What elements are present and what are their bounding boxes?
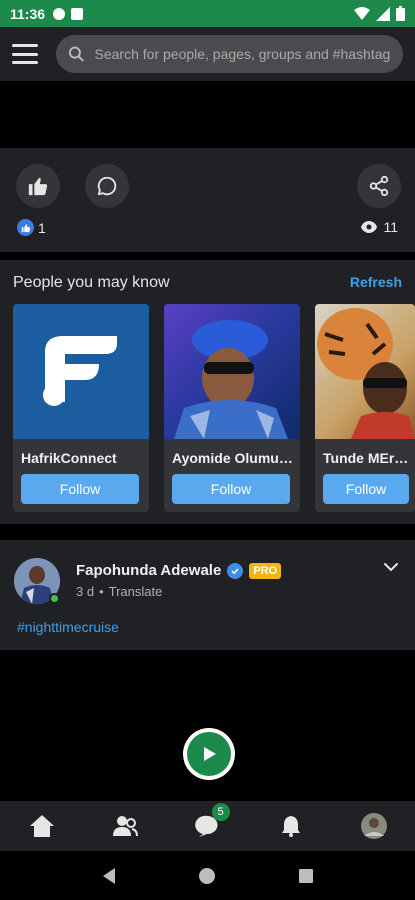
search-input[interactable] (94, 46, 391, 62)
friends-icon (112, 816, 138, 837)
post-card: Fapohunda Adewale PRO 3 d • Translate #n… (0, 540, 415, 650)
view-summary: 11 (361, 219, 398, 235)
person-card[interactable]: HafrikConnect Follow (13, 304, 149, 512)
system-nav (0, 851, 415, 900)
status-bar: 11:36 (0, 0, 415, 27)
meta-separator: • (99, 584, 104, 599)
bell-icon (281, 816, 300, 837)
person-name: HafrikConnect (21, 450, 117, 466)
top-bar (0, 27, 415, 81)
post-hashtag[interactable]: #nighttimecruise (17, 619, 119, 635)
author-name[interactable]: Fapohunda Adewale (76, 562, 221, 579)
home-icon (29, 815, 54, 837)
verified-icon (227, 562, 244, 579)
nav-home[interactable] (22, 806, 62, 846)
person-card[interactable]: Tunde MErcy Follow (315, 304, 415, 512)
status-time: 11:36 (10, 5, 46, 22)
post-time: 3 d (76, 584, 95, 599)
hafrik-logo (43, 336, 117, 406)
profile-avatar-icon (360, 813, 387, 839)
back-icon[interactable] (101, 867, 117, 885)
chevron-down-icon[interactable] (383, 562, 399, 572)
follow-button[interactable]: Follow (323, 474, 409, 504)
share-icon (369, 175, 389, 197)
sd-card-icon (71, 7, 84, 20)
like-button[interactable] (16, 164, 60, 208)
people-you-may-know: People you may know Refresh HafrikConnec… (0, 260, 415, 524)
person-photo (13, 304, 149, 439)
person-photo (164, 304, 300, 439)
post-meta: 3 d • Translate (76, 584, 162, 599)
thumbs-up-icon (28, 177, 48, 196)
bottom-nav: 5 (0, 801, 415, 851)
video-area[interactable] (0, 81, 415, 148)
author-line: Fapohunda Adewale PRO (76, 562, 282, 579)
refresh-button[interactable]: Refresh (350, 274, 402, 290)
battery-icon (396, 6, 405, 21)
wifi-icon (354, 6, 370, 20)
person-card[interactable]: Ayomide Olumuyiwa Follow (164, 304, 300, 512)
home-circle-icon[interactable] (198, 867, 216, 885)
share-button[interactable] (357, 164, 401, 208)
recents-icon[interactable] (298, 868, 314, 884)
like-badge-icon (17, 219, 34, 236)
translate-link[interactable]: Translate (109, 584, 163, 599)
signal-icon (376, 6, 390, 21)
eye-icon (361, 221, 378, 233)
messages-badge: 5 (211, 803, 230, 821)
post-actions: 1 11 (0, 148, 415, 252)
nav-notifications[interactable] (271, 806, 311, 846)
like-count: 1 (38, 219, 46, 236)
online-status-icon (49, 593, 60, 604)
search-icon (68, 46, 84, 62)
view-count: 11 (383, 219, 398, 235)
nav-messages[interactable]: 5 (188, 803, 230, 846)
follow-button[interactable]: Follow (21, 474, 139, 504)
section-title: People you may know (13, 274, 170, 291)
comment-icon (97, 176, 117, 196)
menu-icon[interactable] (12, 44, 38, 64)
nav-friends[interactable] (105, 806, 145, 846)
pro-badge: PRO (249, 562, 282, 579)
person-photo (315, 304, 415, 439)
nav-profile[interactable] (354, 806, 394, 846)
person-name: Tunde MErcy (323, 450, 409, 466)
app-notification-icon (53, 7, 66, 20)
reaction-summary[interactable]: 1 (17, 219, 46, 236)
play-button[interactable] (183, 728, 235, 780)
follow-button[interactable]: Follow (172, 474, 290, 504)
person-name: Ayomide Olumuyiwa (172, 450, 294, 466)
play-icon (204, 747, 216, 761)
comment-button[interactable] (85, 164, 129, 208)
search-bar[interactable] (56, 35, 403, 73)
